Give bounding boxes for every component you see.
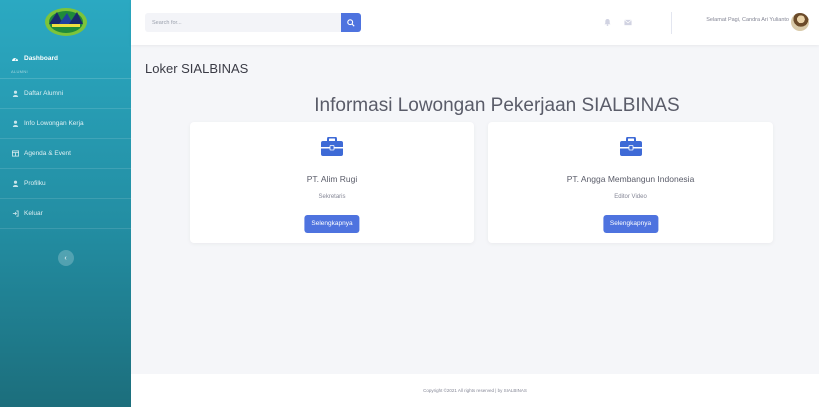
bell-icon [603, 18, 611, 26]
page-title: Loker SIALBINAS [145, 61, 249, 76]
briefcase-icon [321, 137, 343, 156]
tachometer-icon [11, 55, 19, 63]
user-greeting[interactable]: Selamat Pagi, Candra Ari Yulianto [706, 17, 789, 23]
job-position: Sekretaris [318, 194, 346, 200]
user-icon [11, 90, 19, 98]
user-icon [11, 120, 19, 128]
chevron-left-icon: ‹ [64, 254, 67, 262]
sidebar-item-info-lowongan-kerja[interactable]: Info Lowongan Kerja [0, 109, 131, 139]
job-card: PT. Alim Rugi Sekretaris Selengkapnya [190, 122, 474, 243]
user-icon [11, 180, 19, 188]
topbar: Selamat Pagi, Candra Ari Yulianto [131, 0, 819, 45]
job-company: PT. Alim Rugi [306, 174, 358, 184]
footer: Copyright ©2021 All rights reserved | by… [131, 374, 819, 407]
sidebar-item-label: Agenda & Event [24, 150, 71, 157]
sidebar-item-label: Dashboard [24, 55, 58, 62]
messages-button[interactable] [622, 15, 634, 29]
sidebar-item-label: Daftar Alumni [24, 90, 64, 97]
search-button[interactable] [341, 13, 361, 32]
search-icon [347, 18, 355, 27]
envelope-icon [624, 19, 632, 25]
copyright-text: Copyright ©2021 All rights reserved | by… [423, 388, 527, 393]
sidebar-item-label: Profilku [24, 180, 46, 187]
job-company: PT. Angga Membangun Indonesia [566, 174, 695, 184]
job-card: PT. Angga Membangun Indonesia Editor Vid… [488, 122, 773, 243]
sidebar: Dashboard ALUMNI Daftar Alumni Info Lowo… [0, 0, 131, 407]
sidebar-item-label: Info Lowongan Kerja [24, 120, 84, 127]
section-title: Informasi Lowongan Pekerjaan SIALBINAS [314, 95, 680, 116]
sidebar-item-dashboard[interactable]: Dashboard [0, 44, 131, 67]
briefcase-icon [619, 137, 642, 156]
sidebar-item-daftar-alumni[interactable]: Daftar Alumni [0, 79, 131, 109]
sidebar-nav: Dashboard ALUMNI Daftar Alumni Info Lowo… [0, 44, 131, 229]
brand[interactable] [0, 0, 131, 44]
alerts-button[interactable] [601, 15, 613, 29]
detail-button[interactable]: Selengkapnya [602, 215, 659, 233]
table-icon [11, 150, 19, 158]
sidebar-item-label: Keluar [24, 210, 43, 217]
search-input[interactable] [145, 13, 341, 32]
sialbinas-logo [44, 8, 87, 36]
sidebar-item-agenda-event[interactable]: Agenda & Event [0, 139, 131, 169]
sidebar-toggle-button[interactable]: ‹ [57, 250, 74, 266]
topbar-divider [671, 12, 672, 34]
sign-out-icon [11, 210, 19, 218]
job-position: Editor Video [614, 194, 647, 200]
search-form [145, 13, 361, 32]
sidebar-item-profilku[interactable]: Profilku [0, 169, 131, 199]
avatar[interactable] [791, 13, 809, 31]
detail-button[interactable]: Selengkapnya [304, 215, 360, 233]
sidebar-item-keluar[interactable]: Keluar [0, 199, 131, 229]
sidebar-heading: ALUMNI [0, 67, 131, 79]
